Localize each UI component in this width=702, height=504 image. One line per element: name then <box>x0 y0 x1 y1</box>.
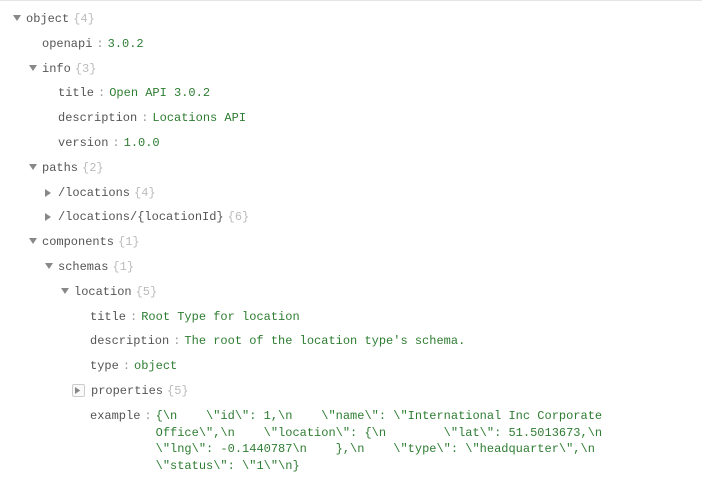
node-value: 3.0.2 <box>108 36 144 53</box>
node-key: example <box>90 408 140 425</box>
node-value: Open API 3.0.2 <box>109 85 210 102</box>
tree-row-properties: properties {5} <box>10 379 692 404</box>
node-value: The root of the location type's schema. <box>184 333 465 350</box>
node-key: description <box>58 110 137 127</box>
collapse-toggle[interactable] <box>72 384 85 397</box>
tree-row: version : 1.0.0 <box>10 131 692 156</box>
node-count: {5} <box>136 284 158 301</box>
node-key: version <box>58 135 108 152</box>
expand-toggle[interactable] <box>26 235 40 249</box>
node-key: title <box>90 309 126 326</box>
node-key: components <box>42 234 114 251</box>
node-value: Locations API <box>152 110 246 127</box>
collapse-toggle[interactable] <box>42 210 56 224</box>
tree-row-components: components {1} <box>10 230 692 255</box>
node-key: location <box>74 284 132 301</box>
node-key: type <box>90 358 119 375</box>
tree-row: type : object <box>10 354 692 379</box>
expand-toggle[interactable] <box>42 260 56 274</box>
tree-row-example: example : {\n \"id\": 1,\n \"name\": \"I… <box>10 404 692 479</box>
expand-toggle[interactable] <box>26 161 40 175</box>
node-count: {4} <box>134 185 156 202</box>
node-label: object <box>26 11 69 28</box>
node-key: properties <box>91 383 163 400</box>
node-key: description <box>90 333 169 350</box>
expand-toggle[interactable] <box>10 12 24 26</box>
node-key: schemas <box>58 259 108 276</box>
tree-row: /locations {4} <box>10 181 692 206</box>
tree-row: /locations/{locationId} {6} <box>10 205 692 230</box>
node-value: Root Type for location <box>141 309 299 326</box>
node-key: openapi <box>42 36 92 53</box>
expand-toggle[interactable] <box>26 62 40 76</box>
colon: : <box>96 36 103 53</box>
node-count: {2} <box>82 160 104 177</box>
tree-row-info: info {3} <box>10 57 692 82</box>
collapse-toggle[interactable] <box>42 186 56 200</box>
tree-row: title : Root Type for location <box>10 305 692 330</box>
node-key: paths <box>42 160 78 177</box>
tree-row-location: location {5} <box>10 280 692 305</box>
tree-row-root: object {4} <box>10 7 692 32</box>
node-key: info <box>42 61 71 78</box>
node-count: {1} <box>118 234 140 251</box>
tree-row-schemas: schemas {1} <box>10 255 692 280</box>
node-value: 1.0.0 <box>124 135 160 152</box>
node-count: {1} <box>112 259 134 276</box>
tree-row: description : Locations API <box>10 106 692 131</box>
node-key: /locations <box>58 185 130 202</box>
tree-row: description : The root of the location t… <box>10 329 692 354</box>
node-count: {5} <box>167 383 189 400</box>
node-count: {3} <box>75 61 97 78</box>
node-value: {\n \"id\": 1,\n \"name\": \"Internation… <box>156 408 676 475</box>
tree-row-paths: paths {2} <box>10 156 692 181</box>
node-count: {6} <box>228 209 250 226</box>
tree-row-openapi: openapi : 3.0.2 <box>10 32 692 57</box>
node-key: /locations/{locationId} <box>58 209 224 226</box>
node-count: {4} <box>73 11 95 28</box>
expand-toggle[interactable] <box>58 285 72 299</box>
tree-row: title : Open API 3.0.2 <box>10 81 692 106</box>
node-key: title <box>58 85 94 102</box>
node-value: object <box>134 358 177 375</box>
